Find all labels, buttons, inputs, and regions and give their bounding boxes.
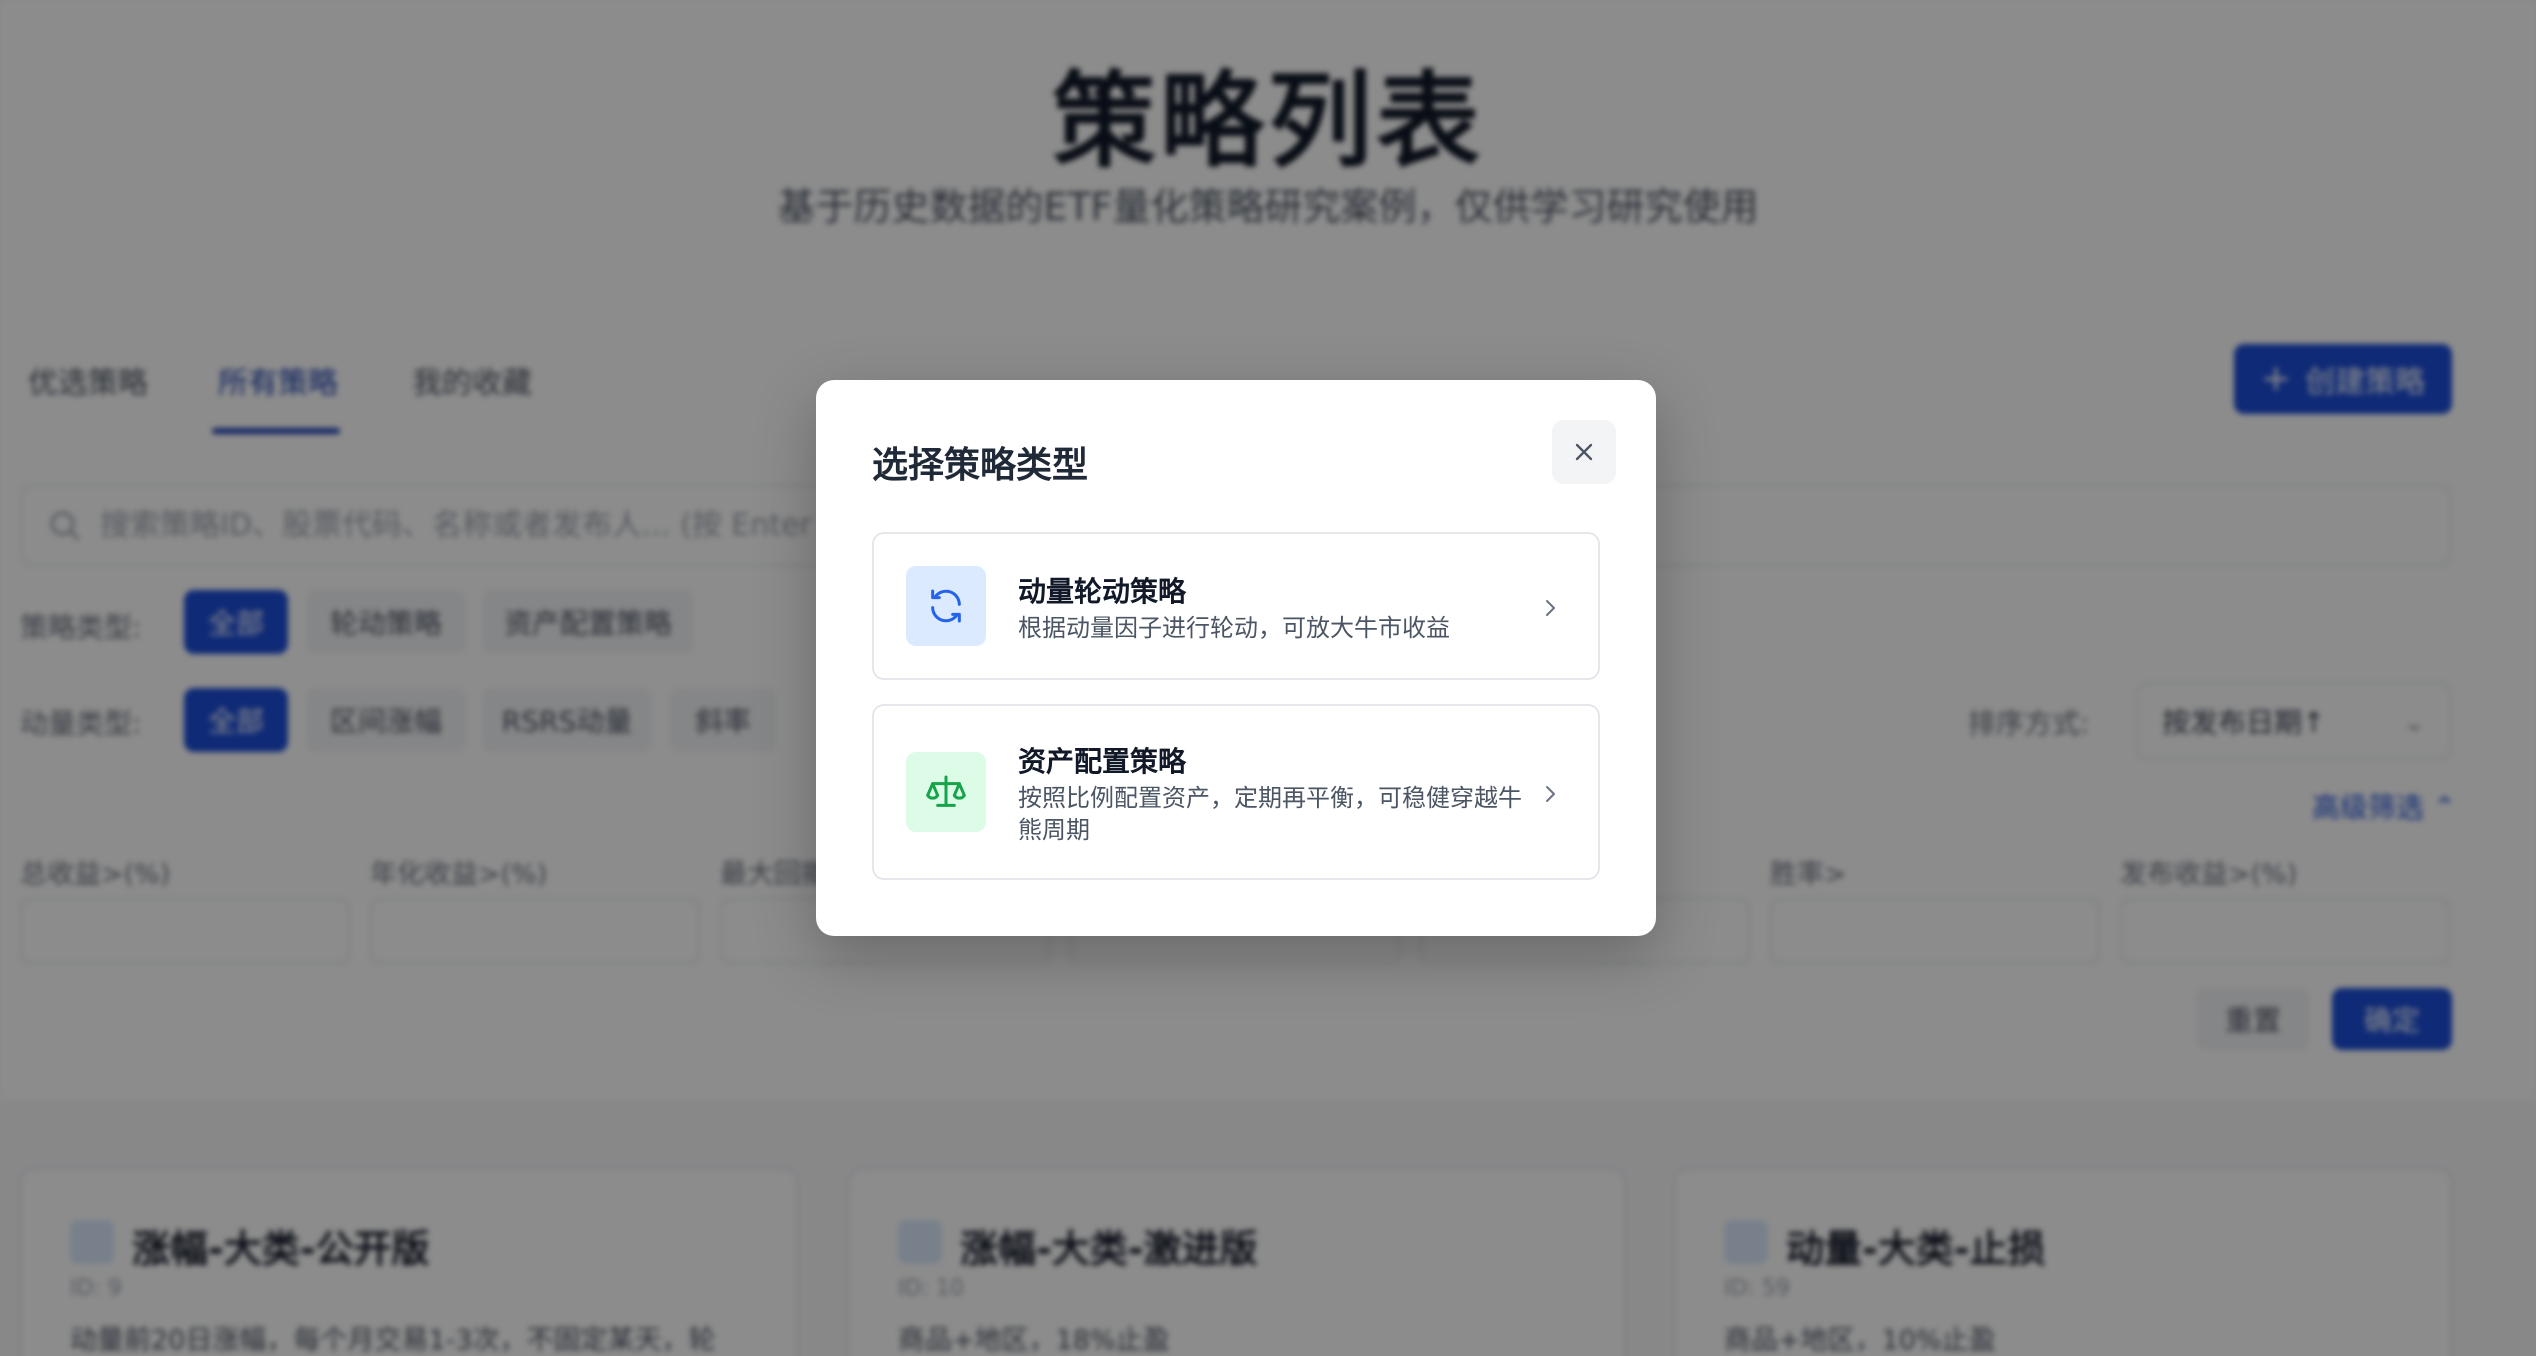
chevron-right-icon [1546,600,1555,616]
modal-close-button[interactable] [1552,420,1616,484]
strategy-type-modal: 选择策略类型 动量轮动策略 根据动量因子进行轮动，可放大牛市收益 资产配置策略 … [816,380,1656,936]
option-asset-allocation[interactable]: 资产配置策略 按照比例配置资产，定期再平衡，可稳健穿越牛熊周期 [872,704,1600,880]
modal-title: 选择策略类型 [872,445,1089,486]
scale-icon [926,775,966,807]
refresh-icon [931,589,961,623]
close-icon [1575,443,1593,461]
option-desc: 根据动量因子进行轮动，可放大牛市收益 [1018,614,1450,642]
option-icon-container [906,566,986,646]
option-title: 资产配置策略 [1018,745,1187,778]
option-desc: 按照比例配置资产，定期再平衡，可稳健穿越牛熊周期 [1018,784,1522,844]
chevron-right-icon [1546,786,1555,802]
option-icon-container [906,752,986,832]
option-title: 动量轮动策略 [1018,575,1187,608]
option-momentum-rotation[interactable]: 动量轮动策略 根据动量因子进行轮动，可放大牛市收益 [872,532,1600,680]
